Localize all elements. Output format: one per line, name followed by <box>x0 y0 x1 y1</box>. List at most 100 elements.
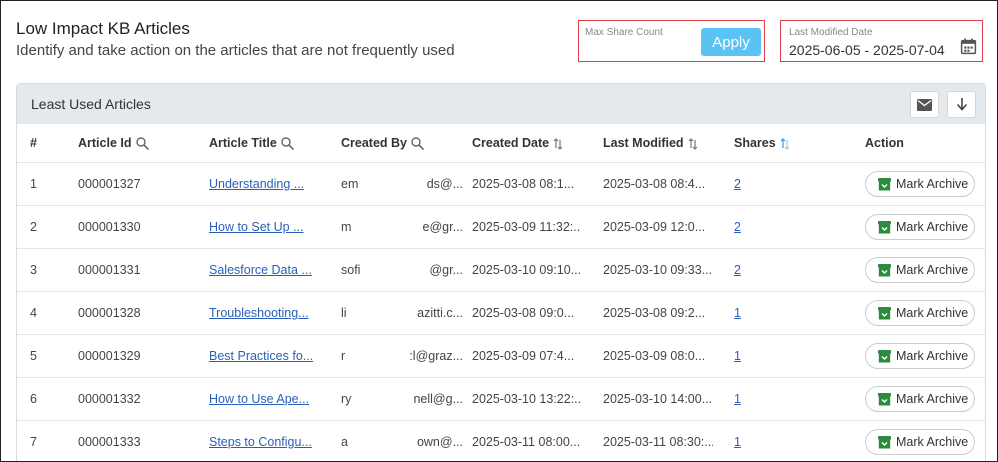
cell-last-modified: 2025-03-09 12:0... <box>603 220 706 234</box>
archive-icon <box>878 393 891 406</box>
cell-created-date: 2025-03-10 13:22:... <box>472 392 580 406</box>
date-range-filter[interactable]: Last Modified Date 2025-06-05 - 2025-07-… <box>780 20 983 62</box>
col-header-last-modified[interactable]: Last Modified <box>603 136 698 150</box>
mark-archive-label: Mark Archive <box>896 392 969 406</box>
cell-last-modified: 2025-03-11 08:30:... <box>603 435 713 449</box>
panel-header: Least Used Articles <box>17 84 985 124</box>
mark-archive-button[interactable]: Mark Archive <box>865 300 975 326</box>
cell-created-by-name: em <box>341 177 359 191</box>
cell-article-title[interactable]: How to Set Up ... <box>209 220 321 234</box>
table-row: 5 000001329 Best Practices fo... 2025-03-09… <box>17 335 985 378</box>
col-label-created-by: Created By <box>341 136 407 150</box>
cell-num: 2 <box>30 220 37 234</box>
cell-num: 3 <box>30 263 37 277</box>
sort-icon[interactable] <box>780 137 790 150</box>
max-share-filter[interactable]: Max Share Count Apply <box>578 20 765 62</box>
mark-archive-button[interactable]: Mark Archive <box>865 171 975 197</box>
cell-created-by-email: :l@graz... <box>409 349 463 363</box>
cell-shares[interactable]: 1 <box>734 306 764 320</box>
search-icon[interactable] <box>411 137 424 151</box>
sort-icon[interactable] <box>688 137 698 150</box>
cell-article-id: 000001328 <box>78 306 141 320</box>
cell-created-date: 2025-03-08 09:0... <box>472 306 575 320</box>
cell-created-by-name: sofi <box>341 263 361 277</box>
cell-article-id: 000001333 <box>78 435 141 449</box>
cell-article-title[interactable]: Understanding ... <box>209 177 321 191</box>
search-icon[interactable] <box>135 137 149 151</box>
mark-archive-button[interactable]: Mark Archive <box>865 429 975 455</box>
cell-created-by-email: ds@... <box>426 177 463 191</box>
mark-archive-label: Mark Archive <box>896 349 969 363</box>
mark-archive-label: Mark Archive <box>896 177 969 191</box>
cell-shares[interactable]: 2 <box>734 177 764 191</box>
cell-num: 6 <box>30 392 37 406</box>
cell-created-by-name: r <box>341 349 346 363</box>
download-icon <box>956 98 967 111</box>
mark-archive-label: Mark Archive <box>896 263 969 277</box>
table-row: 6 000001332 How to Use Ape... 2025-03-10 13… <box>17 378 985 421</box>
cell-article-id: 000001331 <box>78 263 141 277</box>
cell-article-title[interactable]: Steps to Configu... <box>209 435 321 449</box>
page-subtitle: Identify and take action on the articles… <box>16 42 455 59</box>
col-label-shares: Shares <box>734 136 776 150</box>
date-range-value[interactable]: 2025-06-05 - 2025-07-04 <box>789 42 945 58</box>
archive-icon <box>878 350 891 363</box>
cell-article-title[interactable]: Salesforce Data ... <box>209 263 321 277</box>
cell-article-title[interactable]: Troubleshooting... <box>209 306 321 320</box>
table-row: 4 000001328 Troubleshooting... 2025-03-08 0… <box>17 292 985 335</box>
col-header-created-by[interactable]: Created By <box>341 136 424 151</box>
page-title: Low Impact KB Articles <box>16 19 190 38</box>
col-header-created-date[interactable]: Created Date <box>472 136 563 150</box>
col-label-last-modified: Last Modified <box>603 136 684 150</box>
cell-last-modified: 2025-03-10 14:00... <box>603 392 713 406</box>
max-share-label: Max Share Count <box>585 27 663 38</box>
col-header-action: Action <box>865 136 904 150</box>
cell-created-by-name: li <box>341 306 347 320</box>
page: Low Impact KB Articles Identify and take… <box>0 0 998 462</box>
cell-article-title[interactable]: Best Practices fo... <box>209 349 321 363</box>
archive-icon <box>878 264 891 277</box>
table-row: 1 000001327 Understanding ... 2025-03-08 08… <box>17 163 985 206</box>
email-button[interactable] <box>910 91 939 118</box>
col-header-article-id[interactable]: Article Id <box>78 136 149 151</box>
col-label-article-id: Article Id <box>78 136 132 150</box>
mark-archive-button[interactable]: Mark Archive <box>865 214 975 240</box>
cell-created-date: 2025-03-09 07:4... <box>472 349 575 363</box>
cell-last-modified: 2025-03-09 08:0... <box>603 349 706 363</box>
mark-archive-label: Mark Archive <box>896 220 969 234</box>
cell-shares[interactable]: 1 <box>734 435 764 449</box>
col-header-shares[interactable]: Shares <box>734 136 790 150</box>
search-icon[interactable] <box>281 137 294 151</box>
cell-article-title[interactable]: How to Use Ape... <box>209 392 321 406</box>
col-header-article-title[interactable]: Article Title <box>209 136 294 151</box>
cell-shares[interactable]: 1 <box>734 392 764 406</box>
table-row: 2 000001330 How to Set Up ... 2025-03-09 11… <box>17 206 985 249</box>
cell-created-date: 2025-03-08 08:1... <box>472 177 575 191</box>
cell-shares[interactable]: 1 <box>734 349 764 363</box>
cell-created-by-email: @gr... <box>429 263 463 277</box>
panel-title: Least Used Articles <box>31 96 151 112</box>
mark-archive-button[interactable]: Mark Archive <box>865 343 975 369</box>
cell-article-id: 000001327 <box>78 177 141 191</box>
cell-created-date: 2025-03-09 11:32:... <box>472 220 580 234</box>
cell-created-by-email: nell@g... <box>413 392 463 406</box>
cell-article-id: 000001330 <box>78 220 141 234</box>
col-label-article-title: Article Title <box>209 136 277 150</box>
col-header-num: # <box>30 136 37 150</box>
col-label-created-date: Created Date <box>472 136 550 150</box>
cell-created-date: 2025-03-11 08:00... <box>472 435 580 449</box>
cell-created-by-email: e@gr... <box>422 220 464 234</box>
mark-archive-button[interactable]: Mark Archive <box>865 386 975 412</box>
apply-button[interactable]: Apply <box>701 28 761 56</box>
cell-shares[interactable]: 2 <box>734 263 764 277</box>
cell-num: 7 <box>30 435 37 449</box>
email-icon <box>917 98 932 111</box>
mark-archive-button[interactable]: Mark Archive <box>865 257 975 283</box>
cell-shares[interactable]: 2 <box>734 220 764 234</box>
sort-icon[interactable] <box>553 137 563 150</box>
download-button[interactable] <box>947 91 976 118</box>
cell-created-by-name: ry <box>341 392 352 406</box>
calendar-icon[interactable] <box>960 38 977 55</box>
cell-created-by-email: own@... <box>416 435 463 449</box>
archive-icon <box>878 307 891 320</box>
